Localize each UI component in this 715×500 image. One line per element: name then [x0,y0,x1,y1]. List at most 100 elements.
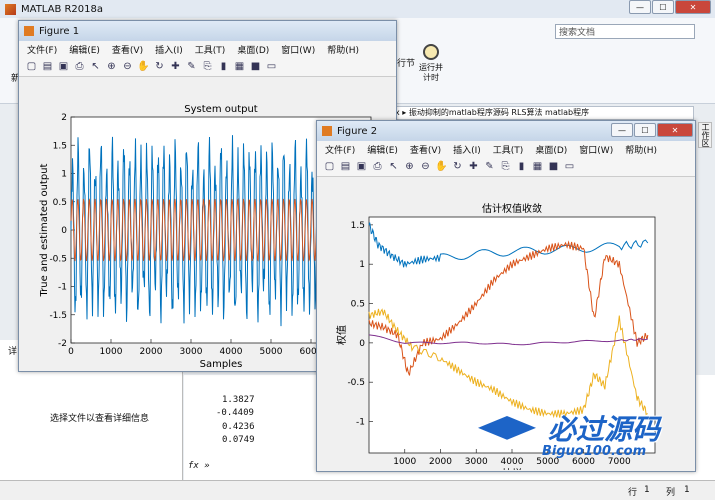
menu-item[interactable]: 文件(F) [325,143,355,156]
save-icon[interactable]: ▣ [57,60,70,73]
colorbar-icon[interactable]: ▮ [217,60,230,73]
figure2-menubar: 文件(F) 编辑(E) 查看(V) 插入(I) 工具(T) 桌面(D) 窗口(W) 帮助(H) [317,141,695,157]
y-tick-label: 0 [61,226,67,236]
menu-item[interactable]: 插入(I) [453,143,481,156]
menu-item[interactable]: 桌面(D) [535,143,567,156]
watermark: 必过源码 Biguo100.com [478,408,693,468]
new-icon[interactable]: ▢ [323,160,336,173]
zoom-out-icon[interactable]: ⊖ [121,60,134,73]
print-icon[interactable]: ⎙ [73,60,86,73]
figure1-title: Figure 1 [39,25,80,37]
search-box[interactable]: 搜索文档 [555,24,695,39]
y-tick-label: -1 [356,418,365,428]
figure-icon [24,26,34,36]
datacursor-icon[interactable]: ✚ [169,60,182,73]
menu-item[interactable]: 查看(V) [112,43,143,56]
maximize-button[interactable]: ☐ [634,123,656,137]
menu-item[interactable]: 查看(V) [410,143,441,156]
x-tick-label: 3000 [180,347,203,357]
rotate-icon[interactable]: ↻ [451,160,464,173]
figure1-menubar: 文件(F) 编辑(E) 查看(V) 插入(I) 工具(T) 桌面(D) 窗口(W) 帮助(H) [19,41,396,57]
y-tick-label: 0.5 [351,300,365,310]
brush-icon[interactable]: ✎ [185,60,198,73]
y-tick-label: 2 [61,113,67,123]
menu-item[interactable]: 帮助(H) [625,143,657,156]
legend-icon[interactable]: ▦ [531,160,544,173]
figure2-title: Figure 2 [337,125,378,137]
zoom-in-icon[interactable]: ⊕ [105,60,118,73]
pointer-icon[interactable]: ↖ [89,60,102,73]
y-axis-label: 权值 [335,325,348,345]
close-button[interactable]: ✕ [657,123,693,137]
graduation-cap-icon [478,416,536,440]
open-icon[interactable]: ▤ [41,60,54,73]
y-tick-label: -0.5 [49,254,67,264]
print-icon[interactable]: ⎙ [371,160,384,173]
y-tick-label: -1 [58,283,67,293]
detail-message: 选择文件以查看详细信息 [50,414,150,424]
cmd-value: 1.3827 [222,395,255,405]
menu-item[interactable]: 编辑(E) [69,43,100,56]
y-tick-label: -0.5 [347,378,365,388]
y-tick-label: -1.5 [49,311,67,321]
zoom-in-icon[interactable]: ⊕ [403,160,416,173]
show-tools-icon[interactable]: ▭ [563,160,576,173]
status-col-value: 1 [684,485,690,495]
brush-icon[interactable]: ✎ [483,160,496,173]
figure1-titlebar[interactable]: Figure 1 [19,21,396,41]
legend-icon[interactable]: ▦ [233,60,246,73]
menu-item[interactable]: 工具(T) [195,43,226,56]
link-icon[interactable]: ⎘ [201,60,214,73]
minimize-button[interactable]: — [629,0,651,14]
figure2-toolbar: ▢ ▤ ▣ ⎙ ↖ ⊕ ⊖ ✋ ↻ ✚ ✎ ⎘ ▮ ▦ ■ ▭ [317,157,695,177]
y-tick-label: -2 [58,339,67,349]
hide-tools-icon[interactable]: ■ [249,60,262,73]
workspace-tab[interactable]: 工作区 [698,122,712,148]
figure2-controls: — ☐ ✕ [611,123,693,137]
status-col-label: 列 [666,488,676,498]
cmd-value: 0.4236 [222,422,255,432]
x-axis-label: Samples [200,359,243,370]
menu-item[interactable]: 窗口(W) [281,43,315,56]
address-bar[interactable]: ⅹ ▸ 振动抑制的matlab程序源码 RLS算法 matlab程序 [392,106,694,120]
cmd-value: 0.0749 [222,435,255,445]
run-time-button[interactable]: 运行并 计时 [415,44,447,94]
pan-icon[interactable]: ✋ [435,160,448,173]
link-icon[interactable]: ⎘ [499,160,512,173]
maximize-button[interactable]: ☐ [652,0,674,14]
x-tick-label: 1000 [393,457,416,467]
open-icon[interactable]: ▤ [339,160,352,173]
x-tick-label: 1000 [100,347,123,357]
pan-icon[interactable]: ✋ [137,60,150,73]
minimize-button[interactable]: — [611,123,633,137]
close-button[interactable]: ✕ [675,0,711,14]
show-tools-icon[interactable]: ▭ [265,60,278,73]
matlab-title: MATLAB R2018a [21,3,104,15]
x-tick-label: 5000 [260,347,283,357]
y-tick-label: 1.5 [351,221,365,231]
status-row-value: 1 [644,485,650,495]
detail-panel-label: 详 [8,347,18,357]
search-field: 搜索文档 [559,28,596,38]
new-icon[interactable]: ▢ [25,60,38,73]
menu-item[interactable]: 文件(F) [27,43,57,56]
hide-tools-icon[interactable]: ■ [547,160,560,173]
menu-item[interactable]: 插入(I) [155,43,183,56]
pointer-icon[interactable]: ↖ [387,160,400,173]
rotate-icon[interactable]: ↻ [153,60,166,73]
datacursor-icon[interactable]: ✚ [467,160,480,173]
x-tick-label: 0 [68,347,74,357]
colorbar-icon[interactable]: ▮ [515,160,528,173]
x-tick-label: 2000 [429,457,452,467]
zoom-out-icon[interactable]: ⊖ [419,160,432,173]
menu-item[interactable]: 窗口(W) [579,143,613,156]
save-icon[interactable]: ▣ [355,160,368,173]
menu-item[interactable]: 工具(T) [493,143,524,156]
status-bar: 行 1 列 1 [0,480,715,500]
menu-item[interactable]: 编辑(E) [367,143,398,156]
fx-prompt: fx » [188,461,210,471]
figure1-toolbar: ▢ ▤ ▣ ⎙ ↖ ⊕ ⊖ ✋ ↻ ✚ ✎ ⎘ ▮ ▦ ■ ▭ [19,57,396,77]
menu-item[interactable]: 桌面(D) [237,43,269,56]
matlab-logo-icon [5,3,16,15]
menu-item[interactable]: 帮助(H) [327,43,359,56]
